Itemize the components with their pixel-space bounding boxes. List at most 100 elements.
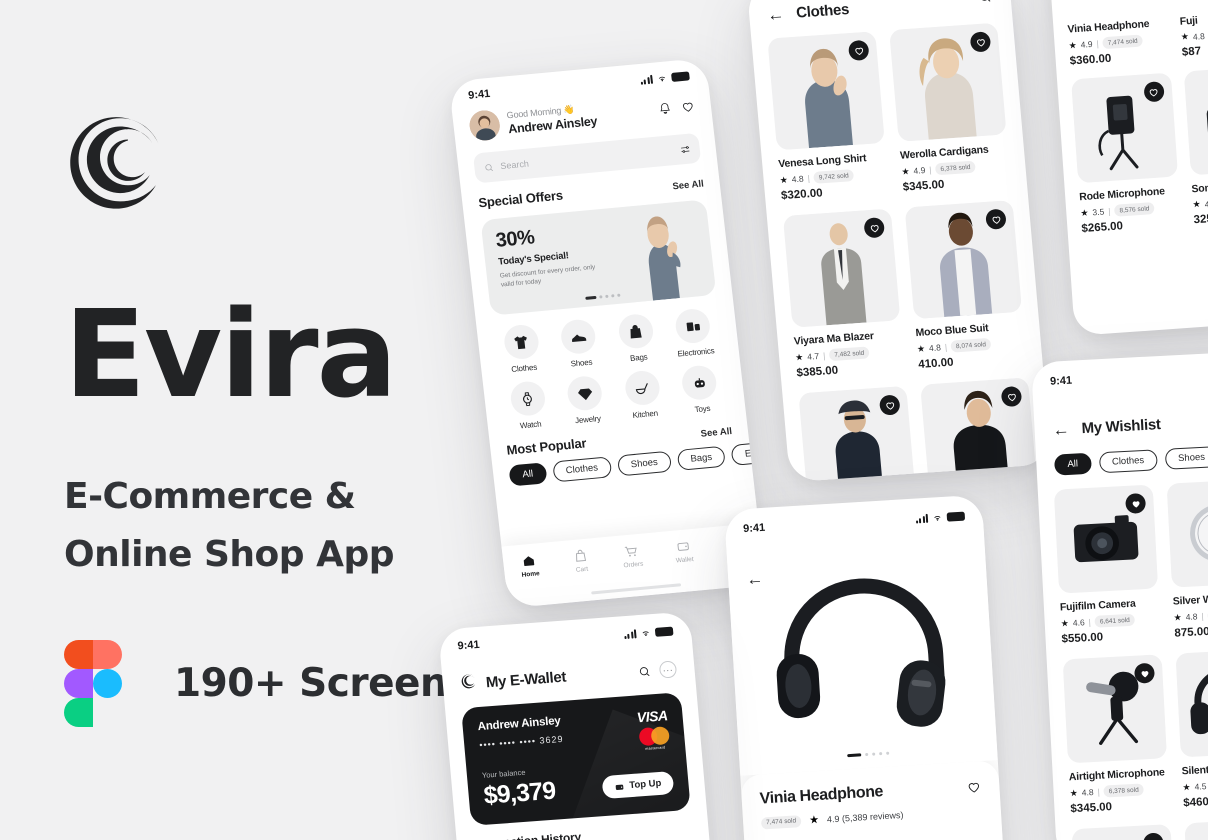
toy-robot-icon: [680, 364, 719, 402]
product-card[interactable]: Silver Watch ★ 4.8 | 7,461 sold 875.00: [1166, 478, 1208, 640]
chip-all[interactable]: All: [508, 462, 548, 487]
tab-label: Orders: [623, 560, 644, 570]
back-arrow-icon[interactable]: ←: [766, 4, 785, 24]
search-icon[interactable]: [977, 0, 994, 10]
special-offer-banner[interactable]: 30% Today's Special! Get discount for ev…: [480, 199, 717, 316]
product-image: [1062, 654, 1167, 764]
search-icon: [485, 163, 493, 171]
star-icon: ★: [1182, 781, 1191, 792]
clothes-header: ← Clothes: [747, 0, 1012, 26]
back-arrow-icon[interactable]: ←: [1052, 420, 1070, 440]
product-image: [1175, 648, 1208, 758]
top-up-label: Top Up: [628, 777, 662, 792]
tab-wallet[interactable]: Wallet: [657, 536, 711, 566]
filter-sliders-icon[interactable]: [679, 143, 691, 155]
see-all-popular-link[interactable]: See All: [700, 426, 732, 440]
product-card[interactable]: [1184, 818, 1208, 840]
balance-amount: $9,379: [482, 776, 557, 810]
category-electronics[interactable]: Electronics: [662, 306, 725, 359]
product-price: $460.00: [1183, 795, 1208, 810]
product-info[interactable]: Vinia Headphone ★ 4.9 | 7,474 sold $360.…: [1067, 17, 1169, 68]
search-input[interactable]: Search: [472, 132, 702, 184]
product-image: [782, 208, 901, 328]
heart-outline-icon[interactable]: [966, 779, 982, 795]
bag-icon: [616, 312, 655, 350]
phone-mockup-electronics: Vinia Headphone ★ 4.9 | 7,474 sold $360.…: [1045, 0, 1208, 336]
product-price: $345.00: [902, 178, 945, 194]
product-name: Fuji: [1179, 14, 1199, 28]
category-shoes[interactable]: Shoes: [548, 317, 611, 370]
chip-clothes[interactable]: Clothes: [1098, 449, 1158, 474]
chip-shoes[interactable]: Shoes: [1164, 446, 1208, 470]
category-toys[interactable]: Toys: [669, 363, 732, 416]
product-image: [904, 200, 1023, 320]
image-carousel-dots: [847, 751, 890, 758]
product-sold-count: 7,474 sold: [1102, 34, 1144, 50]
product-image: [1053, 484, 1159, 594]
top-up-button[interactable]: Top Up: [601, 770, 675, 800]
page-title: My Wishlist: [1081, 416, 1162, 438]
brand-title: Evira: [64, 286, 397, 425]
product-card[interactable]: Airtight Microphone ★ 4.8 | 6,378 sold $…: [1062, 654, 1170, 815]
product-image: [767, 31, 885, 151]
tab-cart[interactable]: Cart: [554, 546, 608, 576]
phone-mockup-wishlist: 9:41 ← My Wishlist All Clothes Shoes Fuj: [1031, 349, 1208, 840]
category-label: Jewelry: [574, 413, 602, 426]
product-name: Sonia: [1191, 181, 1208, 196]
see-all-offers-link[interactable]: See All: [672, 178, 704, 192]
category-label: Shoes: [570, 357, 593, 369]
product-image: [920, 377, 1038, 483]
product-card[interactable]: Fujifilm Camera ★ 4.6 | 6,641 sold $550.…: [1053, 484, 1161, 646]
heart-icon[interactable]: [680, 99, 696, 114]
description-heading: Description: [762, 830, 984, 840]
product-price: $550.00: [1061, 631, 1104, 646]
wishlist-product-grid: Fujifilm Camera ★ 4.6 | 6,641 sold $550.…: [1053, 478, 1208, 815]
chip-electronics[interactable]: Ele: [730, 441, 766, 466]
product-card[interactable]: [798, 385, 916, 483]
product-sold-count: 7,482 sold: [828, 346, 870, 362]
signal-bars-icon: [640, 74, 654, 85]
wallet-icon: [677, 542, 689, 551]
tab-home[interactable]: Home: [503, 551, 557, 581]
product-sold-count: 6,378 sold: [934, 160, 976, 176]
category-label: Bags: [629, 352, 648, 363]
chip-clothes[interactable]: Clothes: [551, 456, 613, 483]
bell-icon[interactable]: [657, 101, 673, 116]
product-card[interactable]: [920, 377, 1038, 483]
product-rating: 4.7: [1204, 198, 1208, 209]
special-offers-title: Special Offers: [477, 187, 564, 211]
product-sold-count: 9,742 sold: [813, 169, 855, 184]
category-watch[interactable]: Watch: [497, 379, 560, 432]
product-card[interactable]: Silent Headphone ★ 4.5 | 5,372 sold $460…: [1175, 648, 1208, 810]
product-name: Fujifilm Camera: [1059, 597, 1136, 614]
chip-bags[interactable]: Bags: [676, 445, 727, 471]
product-card[interactable]: Moco Blue Suit ★ 4.8 | 8,074 sold 410.00: [904, 200, 1027, 371]
product-info[interactable]: Fuji ★ 4.8 $87: [1179, 9, 1208, 60]
category-clothes[interactable]: Clothes: [491, 322, 554, 375]
kitchen-icon: [623, 369, 662, 407]
search-icon[interactable]: [637, 664, 652, 679]
heart-filled-icon: [1132, 500, 1139, 508]
avatar[interactable]: [468, 109, 502, 142]
wallet-card[interactable]: Andrew Ainsley •••• •••• •••• 3629 VISA …: [461, 692, 691, 826]
headphone-photo-icon: [765, 567, 960, 748]
category-kitchen[interactable]: Kitchen: [612, 368, 675, 421]
product-card[interactable]: Werolla Cardigans ★ 4.9 | 6,378 sold $34…: [889, 22, 1011, 194]
back-arrow-icon[interactable]: ←: [746, 569, 764, 589]
product-card[interactable]: Sonia ★ 4.7 325.00: [1183, 64, 1208, 228]
product-card[interactable]: Rode Microphone ★ 3.5 | 8,576 sold $265.…: [1071, 72, 1181, 235]
banner-model-photo: [602, 199, 716, 304]
visa-logo: VISA: [636, 707, 669, 726]
product-card[interactable]: [1071, 824, 1176, 840]
product-card[interactable]: Viyara Ma Blazer ★ 4.7 | 7,482 sold $385…: [782, 208, 905, 379]
signal-bars-icon: [623, 628, 637, 639]
category-jewelry[interactable]: Jewelry: [554, 374, 617, 427]
chip-shoes[interactable]: Shoes: [616, 450, 672, 477]
screens-count-label: 190+ Screens: [174, 660, 470, 706]
more-dots-icon[interactable]: ···: [658, 660, 678, 679]
chip-all[interactable]: All: [1053, 452, 1092, 476]
product-card[interactable]: Venesa Long Shirt ★ 4.8 | 9,742 sold $32…: [767, 31, 889, 202]
heart-filled-icon: [854, 47, 863, 55]
category-bags[interactable]: Bags: [605, 312, 668, 365]
tab-orders[interactable]: Orders: [605, 541, 659, 571]
